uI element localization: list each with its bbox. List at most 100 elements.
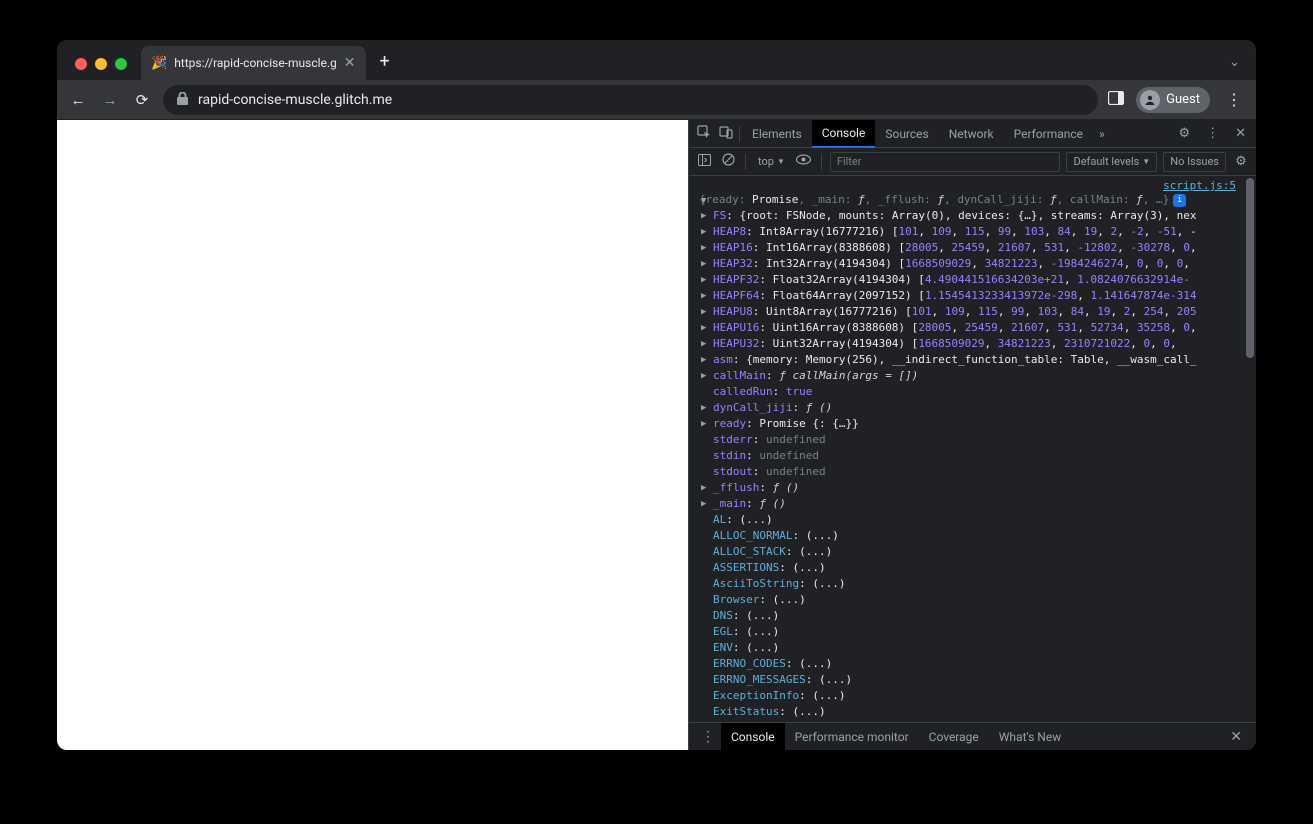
- info-icon[interactable]: i: [1173, 194, 1186, 207]
- object-property-row[interactable]: ExceptionInfo: (...): [699, 688, 1252, 704]
- expand-arrow-icon[interactable]: ▶: [701, 320, 706, 336]
- object-property-row[interactable]: calledRun: true: [699, 384, 1252, 400]
- window-zoom-button[interactable]: [115, 58, 127, 70]
- object-property-row[interactable]: ▶_fflush: ƒ (): [699, 480, 1252, 496]
- console-toolbar: top▼ Filter Default levels▼ No Issues ⚙: [689, 148, 1256, 176]
- console-filter-input[interactable]: Filter: [830, 152, 1061, 172]
- browser-menu-icon[interactable]: ⋮: [1222, 90, 1246, 109]
- object-summary[interactable]: ▼{ready: Promise, _main: ƒ, _fflush: ƒ, …: [699, 192, 1252, 208]
- object-property-row[interactable]: ▶_main: ƒ (): [699, 496, 1252, 512]
- devtools-panel: ElementsConsoleSourcesNetworkPerformance…: [688, 120, 1256, 750]
- object-property-row[interactable]: ALLOC_STACK: (...): [699, 544, 1252, 560]
- tab-favicon: 🎉: [151, 56, 167, 71]
- clear-console-icon[interactable]: [719, 153, 737, 170]
- devtools-tab-sources[interactable]: Sources: [875, 120, 938, 148]
- object-property-row[interactable]: ▶HEAPU32: Uint32Array(4194304) [16685090…: [699, 336, 1252, 352]
- issues-button[interactable]: No Issues: [1163, 152, 1226, 172]
- object-property-row[interactable]: stdout: undefined: [699, 464, 1252, 480]
- drawer-tab-what-s-new[interactable]: What's New: [989, 723, 1071, 751]
- expand-arrow-icon[interactable]: ▶: [701, 352, 706, 368]
- devtools-tab-console[interactable]: Console: [812, 120, 876, 148]
- drawer-tab-coverage[interactable]: Coverage: [919, 723, 989, 751]
- object-property-row[interactable]: Browser: (...): [699, 592, 1252, 608]
- drawer-close-icon[interactable]: ✕: [1222, 729, 1250, 745]
- device-toggle-icon[interactable]: [715, 125, 737, 143]
- object-property-row[interactable]: ENV: (...): [699, 640, 1252, 656]
- object-property-row[interactable]: stdin: undefined: [699, 448, 1252, 464]
- devtools-menu-icon[interactable]: ⋮: [1200, 126, 1225, 141]
- expand-arrow-icon[interactable]: ▶: [701, 288, 706, 304]
- side-panel-icon[interactable]: [1108, 91, 1124, 109]
- drawer-tab-console[interactable]: Console: [721, 723, 785, 751]
- forward-button[interactable]: →: [99, 91, 121, 109]
- expand-arrow-icon[interactable]: ▶: [701, 336, 706, 352]
- expand-arrow-icon[interactable]: ▶: [701, 240, 706, 256]
- devtools-tab-elements[interactable]: Elements: [742, 120, 812, 148]
- devtools-settings-icon[interactable]: ⚙: [1172, 126, 1196, 141]
- object-property-row[interactable]: ▶asm: {memory: Memory(256), __indirect_f…: [699, 352, 1252, 368]
- back-button[interactable]: ←: [67, 91, 89, 109]
- drawer-menu-icon[interactable]: ⋮: [695, 729, 721, 745]
- content-area: ElementsConsoleSourcesNetworkPerformance…: [57, 120, 1256, 750]
- object-property-row[interactable]: ▶callMain: ƒ callMain(args = []): [699, 368, 1252, 384]
- expand-arrow-icon[interactable]: ▶: [701, 208, 706, 224]
- object-property-row[interactable]: ▶HEAPF64: Float64Array(2097152) [1.15454…: [699, 288, 1252, 304]
- object-property-row[interactable]: ▶dynCall_jiji: ƒ (): [699, 400, 1252, 416]
- object-property-row[interactable]: ERRNO_MESSAGES: (...): [699, 672, 1252, 688]
- object-property-row[interactable]: stderr: undefined: [699, 432, 1252, 448]
- object-property-row[interactable]: ▶FS: {root: FSNode, mounts: Array(0), de…: [699, 208, 1252, 224]
- expand-arrow-icon[interactable]: ▶: [701, 496, 706, 512]
- object-property-row[interactable]: ALLOC_NORMAL: (...): [699, 528, 1252, 544]
- object-property-row[interactable]: ▶HEAPU16: Uint16Array(8388608) [28005, 2…: [699, 320, 1252, 336]
- object-property-row[interactable]: AsciiToString: (...): [699, 576, 1252, 592]
- expand-arrow-icon[interactable]: ▶: [701, 304, 706, 320]
- expand-arrow-icon[interactable]: ▶: [701, 272, 706, 288]
- object-property-row[interactable]: ▶HEAP32: Int32Array(4194304) [1668509029…: [699, 256, 1252, 272]
- object-property-row[interactable]: ▶HEAPF32: Float32Array(4194304) [4.49044…: [699, 272, 1252, 288]
- tab-close-icon[interactable]: ✕: [344, 55, 356, 71]
- console-settings-icon[interactable]: ⚙: [1232, 154, 1250, 169]
- expand-arrow-icon[interactable]: ▶: [701, 416, 706, 432]
- execution-context-selector[interactable]: top▼: [754, 155, 789, 168]
- devtools-close-icon[interactable]: ✕: [1229, 126, 1252, 141]
- log-levels-selector[interactable]: Default levels▼: [1066, 152, 1157, 172]
- browser-window: 🎉 https://rapid-concise-muscle.g ✕ + ⌄ ←…: [57, 40, 1256, 750]
- expand-arrow-icon[interactable]: ▶: [701, 368, 706, 384]
- drawer-tab-performance-monitor[interactable]: Performance monitor: [785, 723, 919, 751]
- devtools-drawer: ⋮ ConsolePerformance monitorCoverageWhat…: [689, 722, 1256, 750]
- console-output[interactable]: script.js:5 ▼{ready: Promise, _main: ƒ, …: [689, 176, 1256, 722]
- object-property-row[interactable]: ▶HEAP16: Int16Array(8388608) [28005, 254…: [699, 240, 1252, 256]
- inspect-icon[interactable]: [693, 125, 715, 143]
- reload-button[interactable]: ⟳: [131, 91, 153, 109]
- expand-arrow-icon[interactable]: ▼: [701, 193, 706, 209]
- devtools-tab-network[interactable]: Network: [939, 120, 1004, 148]
- devtools-more-tabs[interactable]: »: [1093, 127, 1111, 141]
- live-expression-icon[interactable]: [795, 154, 813, 169]
- object-property-row[interactable]: ▶HEAPU8: Uint8Array(16777216) [101, 109,…: [699, 304, 1252, 320]
- expand-arrow-icon[interactable]: ▶: [701, 480, 706, 496]
- object-property-row[interactable]: EGL: (...): [699, 624, 1252, 640]
- tab-title: https://rapid-concise-muscle.g: [174, 56, 337, 70]
- devtools-tabbar: ElementsConsoleSourcesNetworkPerformance…: [689, 120, 1256, 148]
- console-sidebar-toggle-icon[interactable]: [695, 154, 713, 170]
- tabs-dropdown-icon[interactable]: ⌄: [1229, 55, 1256, 80]
- new-tab-button[interactable]: +: [366, 51, 404, 80]
- expand-arrow-icon[interactable]: ▶: [701, 400, 706, 416]
- object-property-row[interactable]: DNS: (...): [699, 608, 1252, 624]
- window-minimize-button[interactable]: [95, 58, 107, 70]
- devtools-tab-performance[interactable]: Performance: [1004, 120, 1093, 148]
- url-text: rapid-concise-muscle.glitch.me: [198, 92, 392, 108]
- profile-chip[interactable]: Guest: [1136, 87, 1210, 113]
- expand-arrow-icon[interactable]: ▶: [701, 256, 706, 272]
- object-property-row[interactable]: ▶HEAP8: Int8Array(16777216) [101, 109, 1…: [699, 224, 1252, 240]
- expand-arrow-icon[interactable]: ▶: [701, 224, 706, 240]
- object-property-row[interactable]: ▶ready: Promise {: {…}}: [699, 416, 1252, 432]
- address-bar[interactable]: rapid-concise-muscle.glitch.me: [163, 85, 1098, 115]
- object-property-row[interactable]: ASSERTIONS: (...): [699, 560, 1252, 576]
- window-close-button[interactable]: [75, 58, 87, 70]
- object-property-row[interactable]: AL: (...): [699, 512, 1252, 528]
- object-property-row[interactable]: ERRNO_CODES: (...): [699, 656, 1252, 672]
- browser-tab[interactable]: 🎉 https://rapid-concise-muscle.g ✕: [141, 46, 366, 80]
- page-viewport[interactable]: [57, 120, 688, 750]
- object-property-row[interactable]: ExitStatus: (...): [699, 704, 1252, 720]
